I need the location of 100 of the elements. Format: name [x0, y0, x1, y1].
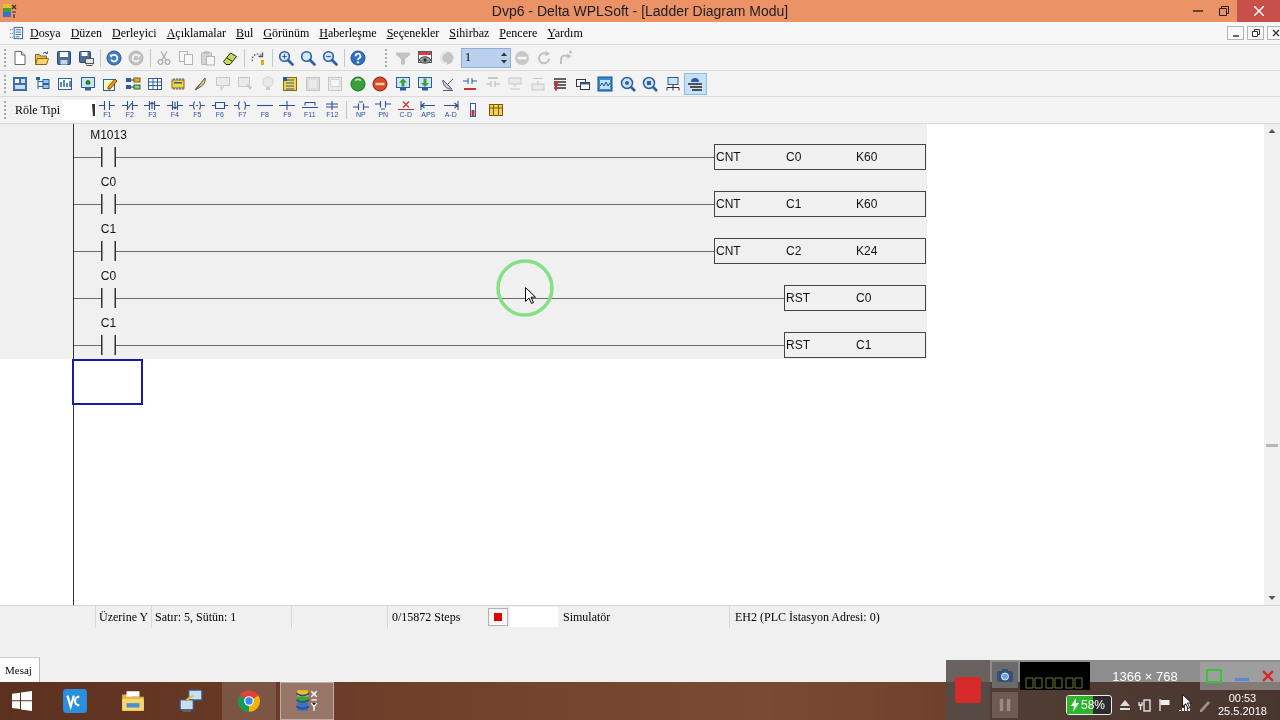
instruction-box[interactable]: RST C1	[784, 332, 926, 358]
magnifier-icon	[642, 75, 659, 92]
menu-item[interactable]: Seçenekler	[381, 25, 445, 41]
menu-item[interactable]: Yardım	[542, 25, 588, 41]
open-folder-icon	[34, 49, 50, 66]
binary-box-icon	[529, 75, 546, 92]
arrow-right-bar-icon	[442, 101, 459, 110]
rung-wire	[74, 157, 101, 158]
bar-chart-icon	[57, 75, 74, 92]
contact-code-icon	[462, 75, 479, 92]
menu-item[interactable]: Bul	[230, 25, 259, 41]
mouse-pointer-icon	[1182, 694, 1192, 709]
contact-label: C0	[100, 268, 117, 285]
close-button[interactable]	[1267, 26, 1280, 40]
instruction-operand: C0	[785, 149, 803, 165]
instruction-box[interactable]: CNT C1 K60	[714, 191, 926, 217]
restore-button[interactable]	[1247, 26, 1264, 40]
rising-contact-icon	[144, 101, 161, 110]
document-tree-icon	[9, 25, 24, 41]
memory-chip-icon	[169, 75, 186, 92]
magnifier-icon	[619, 75, 636, 92]
round-logo-icon	[236, 688, 262, 714]
contact-label: C1	[100, 221, 117, 238]
restore-icon	[1251, 29, 1260, 37]
falling-contact-icon	[166, 101, 183, 110]
contact-icon	[352, 101, 369, 110]
flag-icon[interactable]	[1158, 698, 1172, 712]
toolbar-button[interactable]	[684, 72, 707, 95]
closed-contact-icon	[121, 101, 138, 110]
instruction-operand: C1	[855, 337, 873, 353]
menu-item[interactable]: Düzen	[65, 25, 107, 41]
instruction-operand: K60	[855, 196, 879, 212]
rung-wire	[74, 204, 101, 205]
instruction-mnemonic: CNT	[715, 149, 742, 165]
instruction-mnemonic: RST	[785, 337, 811, 353]
contact-label: C0	[100, 174, 117, 191]
caret-icon	[92, 102, 97, 118]
message-tab[interactable]: Mesaj	[0, 657, 40, 682]
stacked-blocks-icon	[294, 688, 320, 714]
page-number-field[interactable]: 1	[461, 47, 511, 68]
scroll-up-icon	[1268, 128, 1276, 134]
instruction-operand: C1	[785, 196, 803, 212]
screen-pointer-icon	[237, 75, 254, 92]
stop-icon	[955, 677, 981, 703]
coil-icon	[234, 101, 251, 110]
taskbar-button[interactable]	[280, 682, 334, 720]
instruction-box[interactable]: CNT C0 K60	[714, 144, 926, 170]
zoom-out-icon	[322, 49, 338, 66]
copy-icon	[178, 49, 194, 66]
binary-box-icon	[507, 75, 524, 92]
restore-icon	[1219, 6, 1229, 16]
instruction-box[interactable]: CNT C2 K24	[714, 238, 926, 264]
comment-icon	[214, 75, 231, 92]
minimize-icon	[1235, 677, 1249, 681]
relay-type-dropdown[interactable]	[62, 100, 97, 120]
ladder-view-icon	[687, 75, 704, 92]
monitor-icon	[79, 75, 96, 92]
tree-icon	[34, 75, 51, 92]
menu-item[interactable]: Haberleşme	[314, 25, 382, 41]
network-computers-icon	[178, 688, 204, 714]
contact-icon	[101, 288, 116, 308]
menu-item[interactable]: Görünüm	[258, 25, 315, 41]
eraser-icon	[222, 49, 238, 66]
monitor-download-icon	[417, 75, 434, 92]
minimize-button[interactable]	[1227, 26, 1244, 40]
instruction-box[interactable]: RST C0	[784, 285, 926, 311]
battery-percentage: 58%	[1081, 698, 1106, 712]
mouse-pointer-icon	[525, 287, 536, 304]
power-plug-icon[interactable]	[1138, 698, 1152, 712]
contact-label: M1013	[90, 127, 127, 144]
contact-icon	[375, 101, 392, 110]
bulb-icon	[259, 75, 276, 92]
menu-item[interactable]: Sihirbaz	[444, 25, 495, 41]
menu-item[interactable]: Derleyici	[107, 25, 162, 41]
scrollbar-thumb[interactable]	[1266, 444, 1278, 447]
cross-icon	[397, 101, 414, 110]
clock-time[interactable]: 00:53	[1228, 692, 1257, 705]
crescent-circle-icon	[439, 49, 455, 66]
cell-cursor	[72, 359, 143, 405]
app-tile-icon	[62, 688, 88, 714]
menu-item[interactable]: Açıklamalar	[161, 25, 231, 41]
coil-icon	[189, 101, 206, 110]
cross-line-icon	[279, 101, 296, 110]
redo-icon	[128, 49, 144, 66]
screenshot-button[interactable]	[992, 662, 1018, 688]
instruction-mnemonic: CNT	[715, 243, 742, 259]
eject-icon[interactable]	[1118, 698, 1132, 712]
menu-item[interactable]: Pencere	[494, 25, 543, 41]
new-file-icon	[12, 49, 28, 66]
pen-icon[interactable]	[1198, 698, 1212, 712]
instruction-mnemonic: CNT	[715, 196, 742, 212]
status-display	[510, 607, 558, 627]
scrollbar[interactable]	[1264, 124, 1280, 605]
ladder-note-icon	[282, 75, 299, 92]
folder-icon	[120, 688, 146, 714]
curved-arrow-icon	[558, 49, 574, 66]
clock-date[interactable]: 25.5.2018	[1218, 705, 1267, 718]
menu-item[interactable]: Dosya	[25, 25, 66, 41]
table-icon	[487, 102, 504, 118]
close-icon	[1271, 29, 1280, 37]
